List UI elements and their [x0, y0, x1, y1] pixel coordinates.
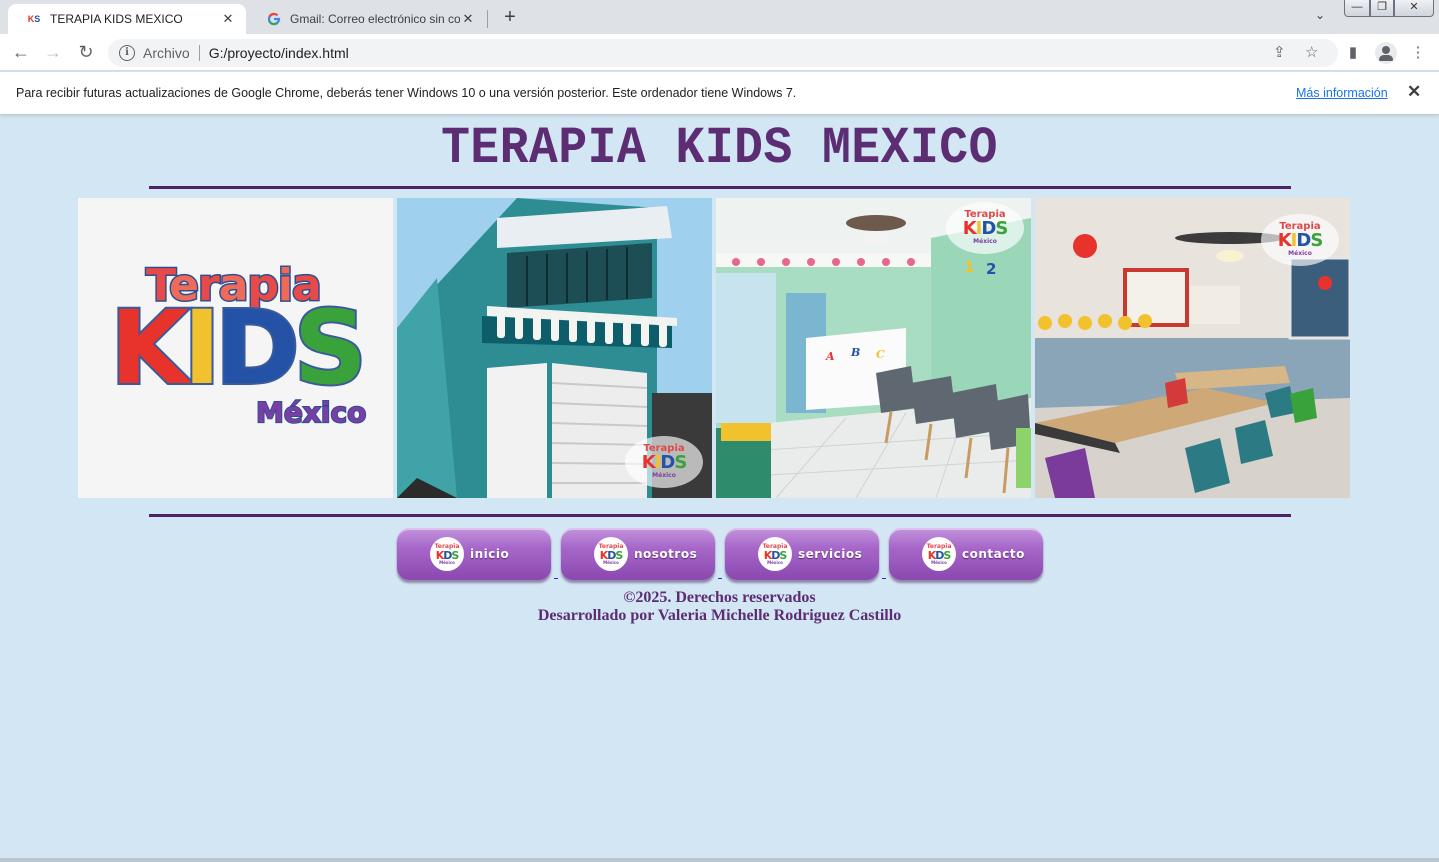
nav-button-nosotros[interactable]: Terapia KDS México nosotros [561, 528, 715, 580]
gallery-classroom-image: Terapia KIDS México [1035, 198, 1350, 498]
footer-developer: Desarrollado por Valeria Michelle Rodrig… [537, 607, 902, 624]
nav-button-contacto[interactable]: Terapia KDS México contacto [889, 528, 1043, 580]
main-navigation: Terapia KDS México inicio Terapia KDS México… [397, 528, 1047, 584]
update-infobar: Para recibir futuras actualizaciones de … [0, 72, 1439, 115]
google-icon [266, 11, 282, 27]
kids-badge-icon: Terapia KDS México [922, 537, 956, 571]
nav-label: inicio [470, 547, 510, 561]
new-tab-button[interactable]: + [498, 6, 522, 30]
logo-line-2: KIDS [108, 289, 369, 408]
nav-label: contacto [962, 547, 1025, 561]
tab-separator [487, 10, 488, 28]
link-underline [882, 578, 886, 579]
more-info-link[interactable]: Más información [1296, 86, 1388, 100]
kids-badge-icon: Terapia KDS México [594, 537, 628, 571]
kids-badge-icon: Terapia KDS México [758, 537, 792, 571]
tab-terapia-kids[interactable]: KS TERAPIA KIDS MEXICO ✕ [8, 4, 246, 34]
link-underline [718, 578, 722, 579]
watermark-logo: Terapia KIDS México [625, 436, 703, 488]
kids-badge-icon: Terapia KDS México [430, 537, 464, 571]
svg-text:B: B [850, 346, 860, 359]
link-underline [554, 578, 558, 579]
nav-button-inicio[interactable]: Terapia KDS México inicio [397, 528, 551, 580]
window-bottom-edge [0, 858, 1439, 862]
browser-toolbar: ← → ↻ i Archivo G:/proyecto/index.html ⇪… [0, 34, 1439, 71]
menu-dots-icon[interactable]: ⋮ [1407, 42, 1429, 64]
forward-arrow-icon[interactable]: → [40, 40, 66, 66]
tab-strip: KS TERAPIA KIDS MEXICO ✕ Gmail: Correo e… [0, 0, 1439, 34]
tab-search-chevron-icon[interactable]: ⌄ [1309, 8, 1331, 28]
back-arrow-icon[interactable]: ← [8, 40, 34, 66]
svg-text:C: C [876, 348, 885, 361]
side-panel-icon[interactable]: ▮ [1342, 42, 1364, 64]
page-title: TERAPIA KIDS MEXICO [441, 119, 998, 179]
gallery-logo-image: Terapia KIDS México [78, 198, 393, 498]
gallery-reception-image: A B C 1 2 Terapia KIDS México [716, 198, 1031, 498]
svg-text:2: 2 [986, 260, 996, 278]
terapia-kids-logo: Terapia KIDS México [108, 259, 369, 440]
nav-label: servicios [798, 547, 863, 561]
close-tab-icon[interactable]: ✕ [460, 11, 476, 27]
terapia-kids-favicon: KS [27, 14, 41, 24]
divider-bottom [149, 514, 1291, 517]
maximize-button[interactable]: ❐ [1370, 0, 1394, 17]
close-tab-icon[interactable]: ✕ [220, 11, 236, 27]
share-icon[interactable]: ⇪ [1273, 43, 1286, 61]
watermark-logo: Terapia KIDS México [1261, 214, 1339, 266]
profile-avatar-icon[interactable] [1375, 42, 1397, 64]
tab-title: TERAPIA KIDS MEXICO [50, 12, 183, 26]
bookmark-star-icon[interactable]: ☆ [1305, 43, 1318, 61]
infobar-message: Para recibir futuras actualizaciones de … [16, 86, 797, 100]
reload-icon[interactable]: ↻ [73, 40, 99, 66]
address-scheme-label: Archivo [143, 45, 190, 61]
svg-text:A: A [825, 350, 835, 363]
address-bar[interactable]: i Archivo G:/proyecto/index.html ⇪ ☆ [108, 39, 1338, 67]
tab-gmail[interactable]: Gmail: Correo electrónico sin costo ✕ [248, 4, 486, 34]
footer-copyright: ©2025. Derechos reservados [623, 589, 816, 606]
close-window-button[interactable]: ✕ [1394, 0, 1434, 17]
watermark-logo: Terapia KIDS México [946, 202, 1024, 254]
nav-button-servicios[interactable]: Terapia KDS México servicios [725, 528, 879, 580]
divider-top [149, 186, 1291, 189]
address-url[interactable]: G:/proyecto/index.html [209, 45, 349, 61]
site-info-icon[interactable]: i [119, 45, 135, 61]
tab-title: Gmail: Correo electrónico sin costo [290, 12, 460, 26]
address-separator [198, 45, 200, 61]
gallery-exterior-image: Terapia KIDS México [397, 198, 712, 498]
close-infobar-icon[interactable]: ✕ [1407, 82, 1421, 102]
minimize-button[interactable]: — [1344, 0, 1370, 17]
nav-label: nosotros [634, 547, 698, 561]
svg-text:1: 1 [964, 258, 974, 276]
photo-gallery: Terapia KIDS México Terapia KIDS México … [78, 198, 1350, 498]
logo-line-3: México [255, 395, 367, 430]
